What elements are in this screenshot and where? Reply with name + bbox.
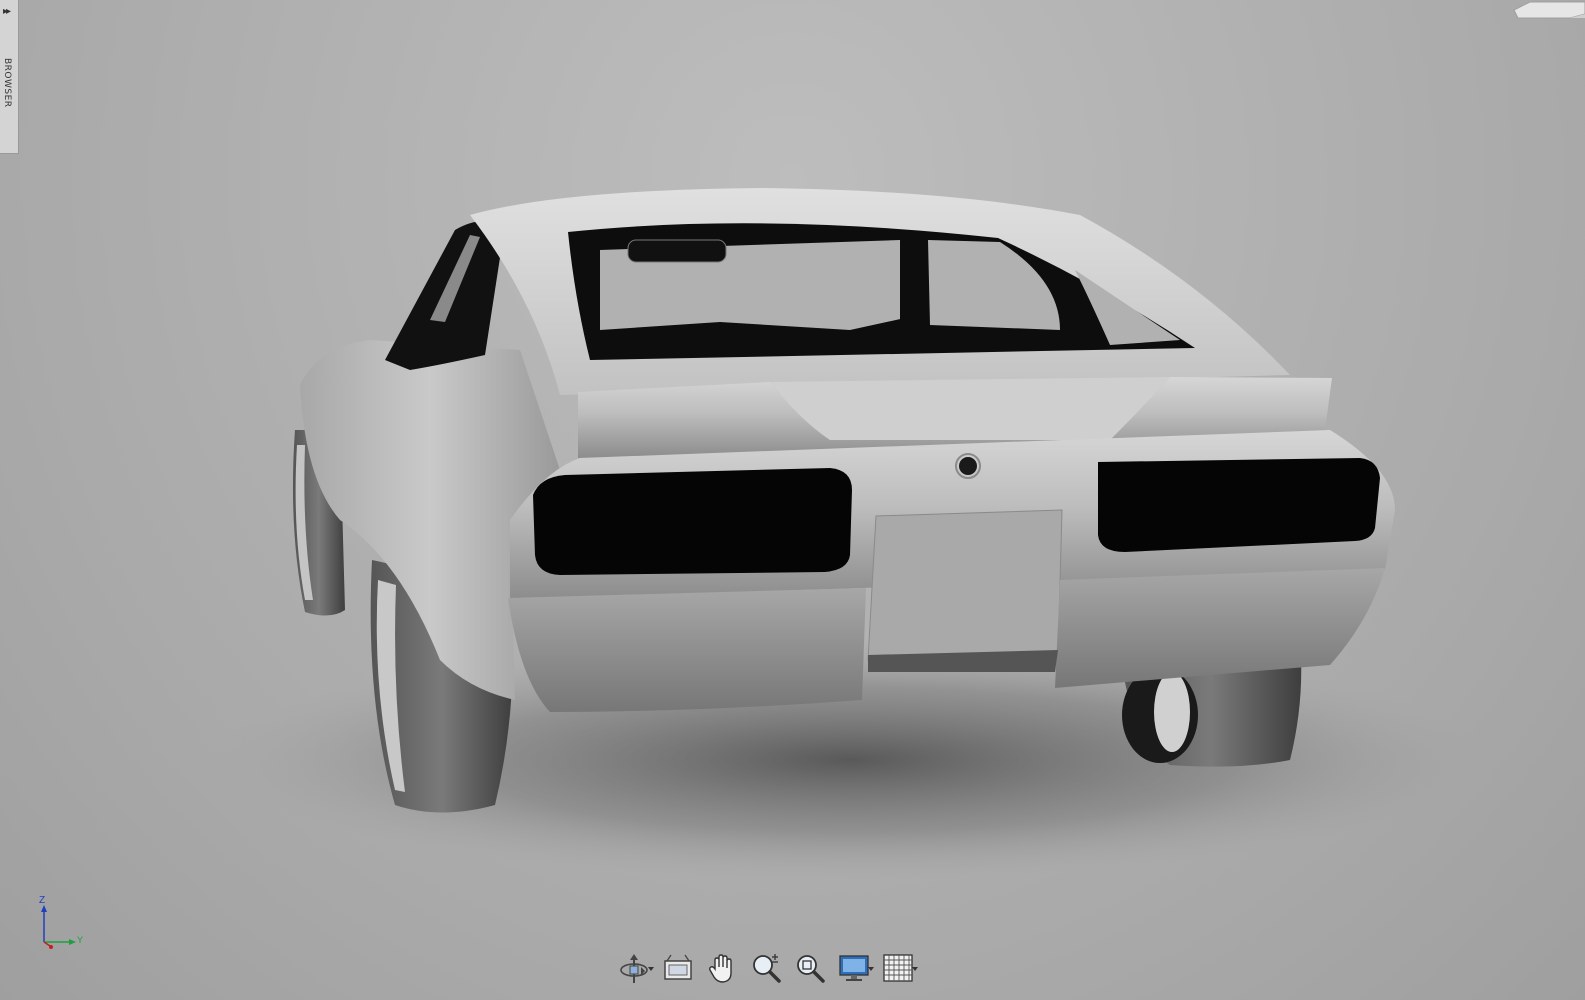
orbit-dropdown-icon[interactable] — [648, 967, 654, 971]
fit-button[interactable] — [788, 949, 832, 987]
grid-snap-button[interactable] — [876, 949, 920, 987]
display-settings-button[interactable] — [832, 949, 876, 987]
axis-z-label: Z — [39, 895, 46, 906]
grid-snap-dropdown-icon[interactable] — [912, 967, 918, 971]
zoom-button[interactable] — [744, 949, 788, 987]
navigation-toolbar — [612, 948, 952, 988]
3d-viewport[interactable]: ▸▸ BROWSER Z Y — [0, 0, 1585, 1000]
car-model-render — [210, 188, 1490, 880]
pan-button[interactable] — [700, 949, 744, 987]
browser-tab-label: BROWSER — [2, 58, 12, 108]
axis-y-label: Y — [77, 935, 84, 945]
look-at-icon — [664, 954, 692, 980]
zoom-icon — [753, 954, 781, 983]
look-at-button[interactable] — [656, 949, 700, 987]
expand-icon[interactable]: ▸▸ — [3, 6, 11, 17]
grid-snap-icon — [883, 954, 913, 982]
fit-icon — [797, 955, 825, 983]
display-settings-icon — [839, 955, 869, 981]
viewcube-icon[interactable] — [1510, 0, 1585, 20]
orbit-icon — [620, 954, 648, 983]
pan-hand-icon — [708, 954, 732, 983]
display-settings-dropdown-icon[interactable] — [868, 967, 874, 971]
orbit-button[interactable] — [612, 949, 656, 987]
browser-panel-tab[interactable]: ▸▸ BROWSER — [0, 0, 19, 154]
axis-triad: Z Y — [32, 895, 92, 955]
